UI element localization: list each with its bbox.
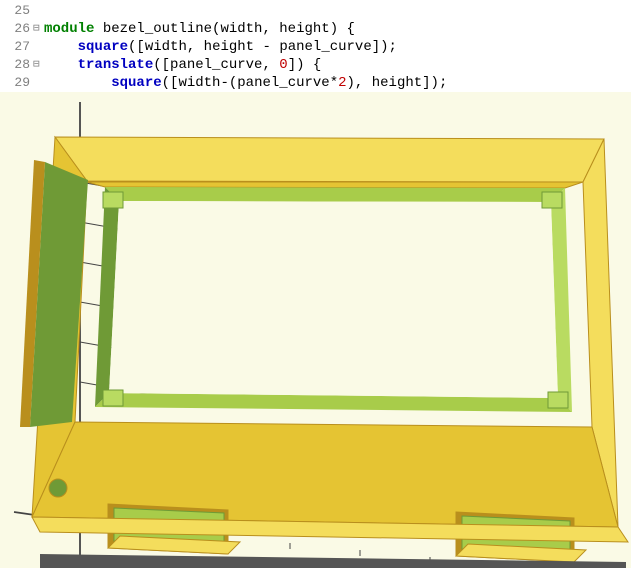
3d-scene <box>0 92 631 568</box>
3d-viewport[interactable] <box>0 92 631 568</box>
code-editor[interactable]: 2526272829 ⊟ ⊟ module bezel_outline(widt… <box>0 0 631 92</box>
fold-column[interactable]: ⊟ ⊟ <box>32 2 44 92</box>
code-area[interactable]: module bezel_outline(width, height) { sq… <box>44 2 631 92</box>
line-number-gutter: 2526272829 <box>0 2 32 92</box>
fold-toggle[interactable]: ⊟ <box>33 20 44 38</box>
fold-toggle[interactable]: ⊟ <box>33 56 44 74</box>
